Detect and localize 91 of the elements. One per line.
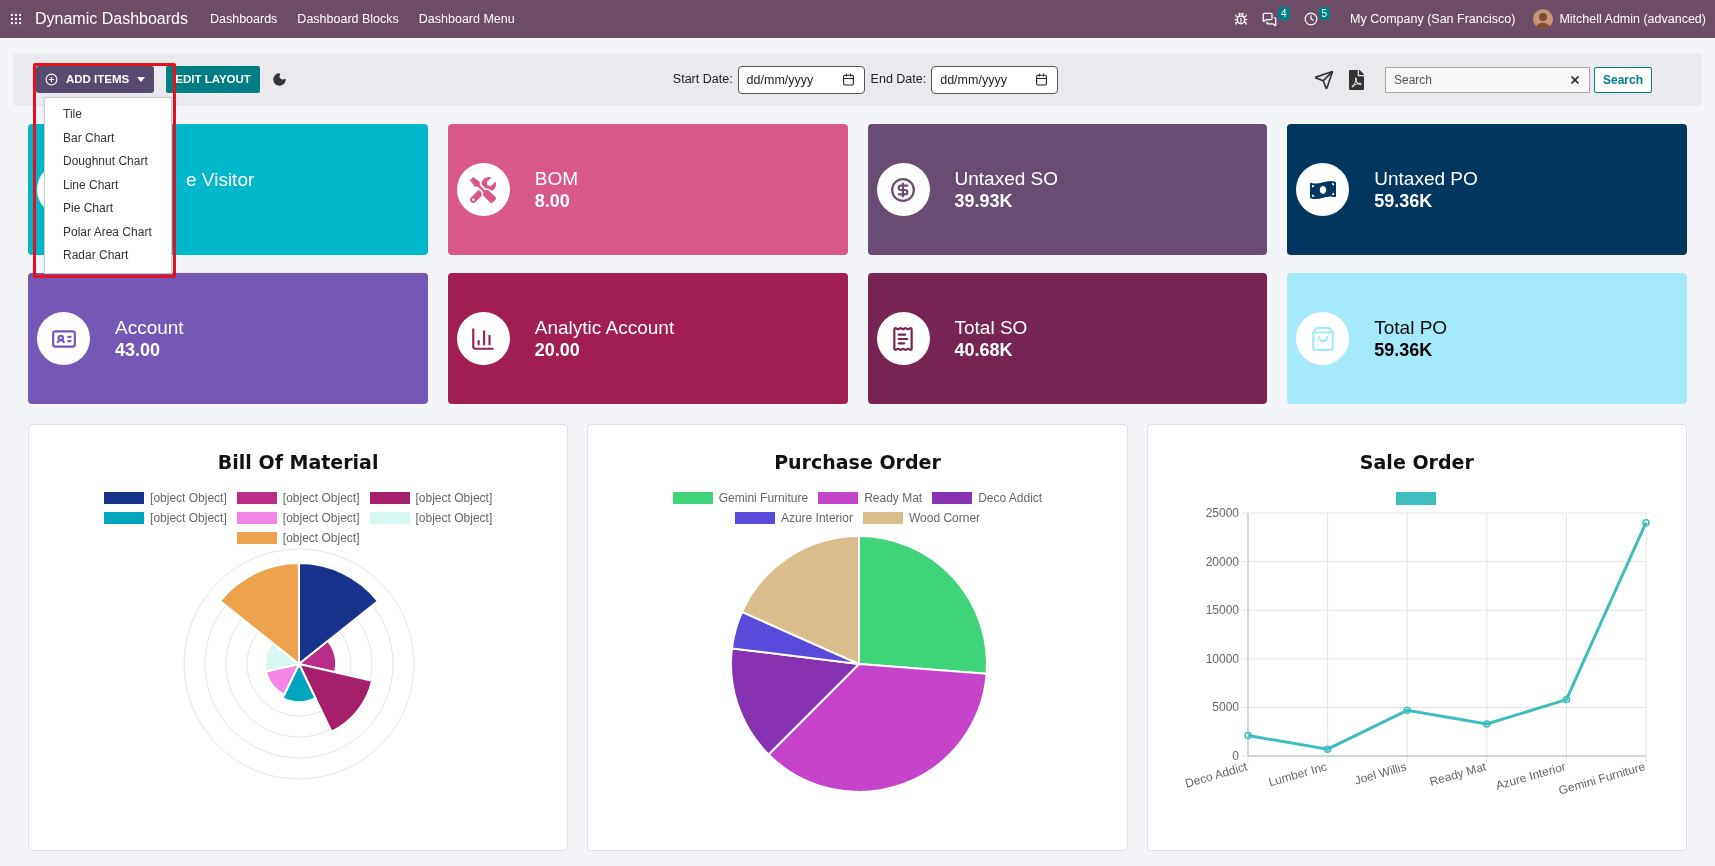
company-switcher[interactable]: My Company (San Francisco) [1350,9,1516,29]
clock-icon[interactable] [1303,12,1318,26]
stat-tile[interactable]: Untaxed PO 59.36K [1287,124,1687,255]
apps-menu-icon[interactable] [9,12,23,26]
chart-title: Sale Order [1359,450,1474,475]
legend-label: Azure Interior [780,510,853,527]
data-point [1562,695,1570,704]
menu-item[interactable]: Dashboards [209,9,278,29]
stat-tile[interactable]: Total PO 59.36K [1287,273,1687,404]
menu-option[interactable]: Line Chart [45,173,171,197]
tile-value: 39.93K [954,189,1014,213]
legend-label: Wood Corner [908,510,981,527]
count-badge: 4 [1277,6,1290,20]
tile-title: Account [115,315,184,339]
category-label: Joel Willis [1352,759,1408,788]
tile-title: Untaxed PO [1374,166,1478,190]
legend-label: [object Object] [415,510,493,527]
legend-label: [object Object] [282,530,360,547]
count-badge: 5 [1318,6,1331,20]
tile-title: e Visitor [186,167,255,191]
bar-chart-icon [470,325,497,352]
legend-label: [object Object] [282,490,360,507]
bag-icon [1309,325,1336,352]
search-field[interactable]: Search [1384,66,1590,93]
tick-label: 15000 [1205,603,1239,618]
caret-icon [137,77,146,82]
stat-tile[interactable]: Account 43.00 [28,273,428,404]
bug-icon[interactable] [1233,12,1248,26]
tile-value: 40.68K [954,338,1014,362]
data-point [1482,720,1491,728]
coin-icon [890,176,916,203]
chart-title: Purchase Order [774,450,941,475]
tick-label: 25000 [1205,506,1239,520]
edit-layout-button[interactable]: EDIT LAYOUT [166,66,260,93]
category-label: Ready Mat [1427,759,1488,789]
tick-label: 20000 [1205,554,1239,569]
receipt-icon [890,325,916,352]
tile-title: Untaxed SO [954,166,1058,190]
tick-label: 10000 [1205,651,1239,666]
document-icon[interactable] [1347,69,1365,90]
tile-title: Analytic Account [534,315,675,339]
data-point [1641,518,1650,527]
date-label: Start Date: [672,71,733,89]
tile-value: 59.36K [1374,338,1434,362]
menu-option[interactable]: Doughnut Chart [45,150,171,174]
legend-label: [object Object] [150,490,227,507]
tile-value: 43.00 [115,338,162,362]
legend-label: Ready Mat [864,490,923,507]
date-field[interactable]: dd/mm/yyyy [737,65,865,94]
calendar-icon[interactable] [841,72,855,86]
data-point [1403,706,1411,715]
tile-value: 20.00 [534,338,581,362]
legend-label: [object Object] [415,490,493,507]
tile-title: Total SO [954,315,1028,339]
menu-option[interactable]: Tile [45,103,171,127]
stat-tile[interactable]: BOM 8.00 [447,124,848,255]
menu-option[interactable]: Bar Chart [45,126,171,150]
chat-icon[interactable] [1261,11,1277,27]
app-title[interactable]: Dynamic Dashboards [35,7,188,31]
tile-value: 8.00 [534,189,571,213]
legend-label: Gemini Furniture [718,490,809,507]
legend-label: Deco Addict [978,490,1043,507]
chart-title: Bill Of Material [217,450,379,475]
date-field[interactable]: dd/mm/yyyy [931,65,1059,94]
send-icon[interactable] [1313,69,1334,90]
menu-item[interactable]: Dashboard Menu [418,9,515,29]
moon-icon[interactable] [271,72,287,87]
tick-label: 5000 [1211,700,1239,715]
data-point [1243,731,1252,740]
tile-title: Total PO [1374,315,1448,339]
plus-icon [45,73,58,86]
menu-item[interactable]: Dashboard Blocks [297,9,399,29]
clear-icon[interactable] [1568,73,1581,86]
avatar-icon[interactable] [1533,9,1554,29]
menu-option[interactable]: Polar Area Chart [45,220,171,244]
search-button[interactable]: Search [1593,66,1652,93]
tile-value: 59.36K [1374,189,1434,213]
stat-tile[interactable]: Total SO 40.68K [867,273,1268,404]
stat-tile[interactable]: Untaxed SO 39.93K [867,124,1268,255]
calendar-icon[interactable] [1035,72,1049,86]
data-point [1323,745,1331,753]
category-label: Lumber Inc [1266,759,1329,790]
stat-tile[interactable]: Analytic Account 20.00 [447,273,848,404]
user-menu[interactable]: Mitchell Admin (advanced) [1559,9,1706,29]
legend-label: [object Object] [150,510,227,527]
tile-title: BOM [534,166,579,190]
add-items-button[interactable]: ADD ITEMS [36,66,155,93]
legend-label: [object Object] [282,510,360,527]
tools-icon [470,176,497,203]
date-label: End Date: [870,71,927,89]
menu-option[interactable]: Pie Chart [45,197,171,221]
